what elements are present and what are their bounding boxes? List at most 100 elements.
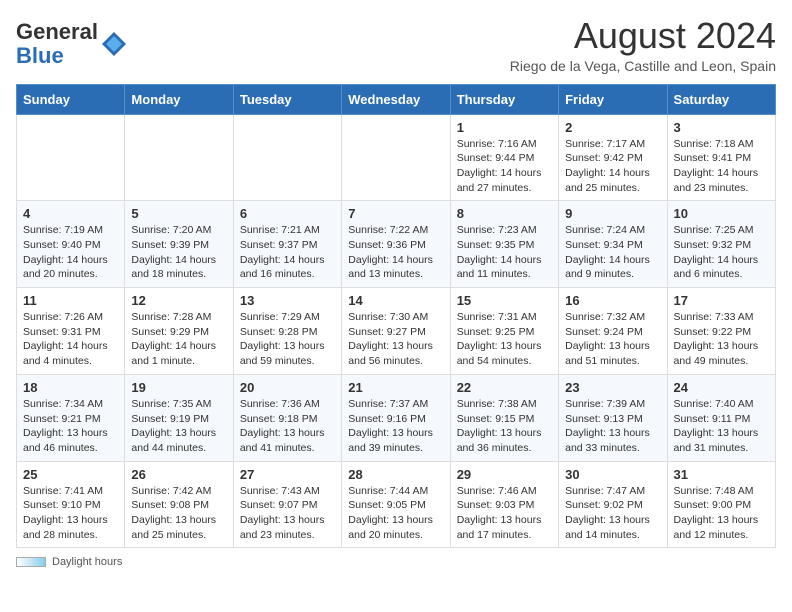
day-cell-1: 1 Sunrise: 7:16 AM Sunset: 9:44 PM Daylig…	[450, 114, 558, 201]
week-row-5: 25Sunrise: 7:41 AM Sunset: 9:10 PM Dayli…	[17, 461, 776, 548]
day-info-13: Sunrise: 7:29 AM Sunset: 9:28 PM Dayligh…	[240, 310, 335, 369]
daylight-label: Daylight hours	[52, 556, 122, 568]
day-number-23: 23	[565, 380, 660, 395]
location-subtitle: Riego de la Vega, Castille and Leon, Spa…	[510, 58, 776, 74]
day-cell-11: 11Sunrise: 7:26 AM Sunset: 9:31 PM Dayli…	[17, 288, 125, 375]
logo: General Blue	[16, 20, 128, 68]
empty-cell	[233, 114, 341, 201]
day-info-17: Sunrise: 7:33 AM Sunset: 9:22 PM Dayligh…	[674, 310, 769, 369]
day-info-20: Sunrise: 7:36 AM Sunset: 9:18 PM Dayligh…	[240, 397, 335, 456]
day-number-1: 1	[457, 120, 552, 135]
day-number-25: 25	[23, 467, 118, 482]
empty-cell	[342, 114, 450, 201]
day-info-5: Sunrise: 7:20 AM Sunset: 9:39 PM Dayligh…	[131, 223, 226, 282]
week-row-3: 11Sunrise: 7:26 AM Sunset: 9:31 PM Dayli…	[17, 288, 776, 375]
day-number-9: 9	[565, 206, 660, 221]
day-cell-4: 4Sunrise: 7:19 AM Sunset: 9:40 PM Daylig…	[17, 201, 125, 288]
day-number-27: 27	[240, 467, 335, 482]
day-cell-5: 5 Sunrise: 7:20 AM Sunset: 9:39 PM Daylig…	[125, 201, 233, 288]
day-cell-6: 6 Sunrise: 7:21 AM Sunset: 9:37 PM Daylig…	[233, 201, 341, 288]
day-cell-3: 3 Sunrise: 7:18 AM Sunset: 9:41 PM Daylig…	[667, 114, 775, 201]
header: General Blue August 2024 Riego de la Veg…	[16, 16, 776, 74]
week-row-4: 18Sunrise: 7:34 AM Sunset: 9:21 PM Dayli…	[17, 374, 776, 461]
day-cell-30: 30 Sunrise: 7:47 AM Sunset: 9:02 PM Dayli…	[559, 461, 667, 548]
day-number-29: 29	[457, 467, 552, 482]
day-number-6: 6	[240, 206, 335, 221]
day-info-29: Sunrise: 7:46 AM Sunset: 9:03 PM Dayligh…	[457, 484, 552, 543]
day-info-2: Sunrise: 7:17 AM Sunset: 9:42 PM Dayligh…	[565, 137, 660, 196]
day-number-14: 14	[348, 293, 443, 308]
day-cell-22: 22 Sunrise: 7:38 AM Sunset: 9:15 PM Dayli…	[450, 374, 558, 461]
day-cell-16: 16Sunrise: 7:32 AM Sunset: 9:24 PM Dayli…	[559, 288, 667, 375]
weekday-thursday: Thursday	[450, 84, 558, 114]
day-number-3: 3	[674, 120, 769, 135]
day-cell-9: 9 Sunrise: 7:24 AM Sunset: 9:34 PM Daylig…	[559, 201, 667, 288]
day-cell-28: 28 Sunrise: 7:44 AM Sunset: 9:05 PM Dayli…	[342, 461, 450, 548]
day-info-3: Sunrise: 7:18 AM Sunset: 9:41 PM Dayligh…	[674, 137, 769, 196]
day-cell-29: 29 Sunrise: 7:46 AM Sunset: 9:03 PM Dayli…	[450, 461, 558, 548]
day-number-12: 12	[131, 293, 226, 308]
day-info-12: Sunrise: 7:28 AM Sunset: 9:29 PM Dayligh…	[131, 310, 226, 369]
day-cell-27: 27Sunrise: 7:43 AM Sunset: 9:07 PM Dayli…	[233, 461, 341, 548]
day-info-18: Sunrise: 7:34 AM Sunset: 9:21 PM Dayligh…	[23, 397, 118, 456]
day-number-21: 21	[348, 380, 443, 395]
day-info-22: Sunrise: 7:38 AM Sunset: 9:15 PM Dayligh…	[457, 397, 552, 456]
month-title: August 2024	[510, 16, 776, 56]
day-cell-12: 12 Sunrise: 7:28 AM Sunset: 9:29 PM Dayli…	[125, 288, 233, 375]
empty-cell	[125, 114, 233, 201]
day-info-26: Sunrise: 7:42 AM Sunset: 9:08 PM Dayligh…	[131, 484, 226, 543]
weekday-friday: Friday	[559, 84, 667, 114]
day-info-14: Sunrise: 7:30 AM Sunset: 9:27 PM Dayligh…	[348, 310, 443, 369]
day-number-15: 15	[457, 293, 552, 308]
day-info-8: Sunrise: 7:23 AM Sunset: 9:35 PM Dayligh…	[457, 223, 552, 282]
logo-line1: General	[16, 20, 98, 44]
day-number-20: 20	[240, 380, 335, 395]
day-info-10: Sunrise: 7:25 AM Sunset: 9:32 PM Dayligh…	[674, 223, 769, 282]
day-cell-17: 17 Sunrise: 7:33 AM Sunset: 9:22 PM Dayli…	[667, 288, 775, 375]
day-info-7: Sunrise: 7:22 AM Sunset: 9:36 PM Dayligh…	[348, 223, 443, 282]
weekday-wednesday: Wednesday	[342, 84, 450, 114]
day-number-28: 28	[348, 467, 443, 482]
day-cell-23: 23 Sunrise: 7:39 AM Sunset: 9:13 PM Dayli…	[559, 374, 667, 461]
day-number-10: 10	[674, 206, 769, 221]
day-number-31: 31	[674, 467, 769, 482]
logo-line2: Blue	[16, 44, 98, 68]
day-cell-24: 24Sunrise: 7:40 AM Sunset: 9:11 PM Dayli…	[667, 374, 775, 461]
day-cell-31: 31Sunrise: 7:48 AM Sunset: 9:00 PM Dayli…	[667, 461, 775, 548]
day-number-26: 26	[131, 467, 226, 482]
weekday-sunday: Sunday	[17, 84, 125, 114]
day-info-4: Sunrise: 7:19 AM Sunset: 9:40 PM Dayligh…	[23, 223, 118, 282]
day-info-24: Sunrise: 7:40 AM Sunset: 9:11 PM Dayligh…	[674, 397, 769, 456]
day-number-30: 30	[565, 467, 660, 482]
day-cell-18: 18Sunrise: 7:34 AM Sunset: 9:21 PM Dayli…	[17, 374, 125, 461]
day-cell-26: 26 Sunrise: 7:42 AM Sunset: 9:08 PM Dayli…	[125, 461, 233, 548]
weekday-monday: Monday	[125, 84, 233, 114]
day-cell-7: 7Sunrise: 7:22 AM Sunset: 9:36 PM Daylig…	[342, 201, 450, 288]
day-info-23: Sunrise: 7:39 AM Sunset: 9:13 PM Dayligh…	[565, 397, 660, 456]
day-number-22: 22	[457, 380, 552, 395]
day-info-6: Sunrise: 7:21 AM Sunset: 9:37 PM Dayligh…	[240, 223, 335, 282]
day-info-21: Sunrise: 7:37 AM Sunset: 9:16 PM Dayligh…	[348, 397, 443, 456]
day-number-11: 11	[23, 293, 118, 308]
day-number-17: 17	[674, 293, 769, 308]
logo-text: General Blue	[16, 20, 98, 68]
footer: Daylight hours	[16, 556, 776, 568]
day-cell-10: 10 Sunrise: 7:25 AM Sunset: 9:32 PM Dayli…	[667, 201, 775, 288]
day-number-5: 5	[131, 206, 226, 221]
day-cell-25: 25Sunrise: 7:41 AM Sunset: 9:10 PM Dayli…	[17, 461, 125, 548]
title-area: August 2024 Riego de la Vega, Castille a…	[510, 16, 776, 74]
day-cell-13: 13Sunrise: 7:29 AM Sunset: 9:28 PM Dayli…	[233, 288, 341, 375]
day-info-28: Sunrise: 7:44 AM Sunset: 9:05 PM Dayligh…	[348, 484, 443, 543]
day-cell-8: 8 Sunrise: 7:23 AM Sunset: 9:35 PM Daylig…	[450, 201, 558, 288]
day-number-8: 8	[457, 206, 552, 221]
day-cell-20: 20 Sunrise: 7:36 AM Sunset: 9:18 PM Dayli…	[233, 374, 341, 461]
day-cell-19: 19Sunrise: 7:35 AM Sunset: 9:19 PM Dayli…	[125, 374, 233, 461]
weekday-saturday: Saturday	[667, 84, 775, 114]
day-info-30: Sunrise: 7:47 AM Sunset: 9:02 PM Dayligh…	[565, 484, 660, 543]
day-info-1: Sunrise: 7:16 AM Sunset: 9:44 PM Dayligh…	[457, 137, 552, 196]
weekday-tuesday: Tuesday	[233, 84, 341, 114]
day-info-9: Sunrise: 7:24 AM Sunset: 9:34 PM Dayligh…	[565, 223, 660, 282]
calendar-table: SundayMondayTuesdayWednesdayThursdayFrid…	[16, 84, 776, 549]
day-info-16: Sunrise: 7:32 AM Sunset: 9:24 PM Dayligh…	[565, 310, 660, 369]
day-cell-14: 14 Sunrise: 7:30 AM Sunset: 9:27 PM Dayli…	[342, 288, 450, 375]
